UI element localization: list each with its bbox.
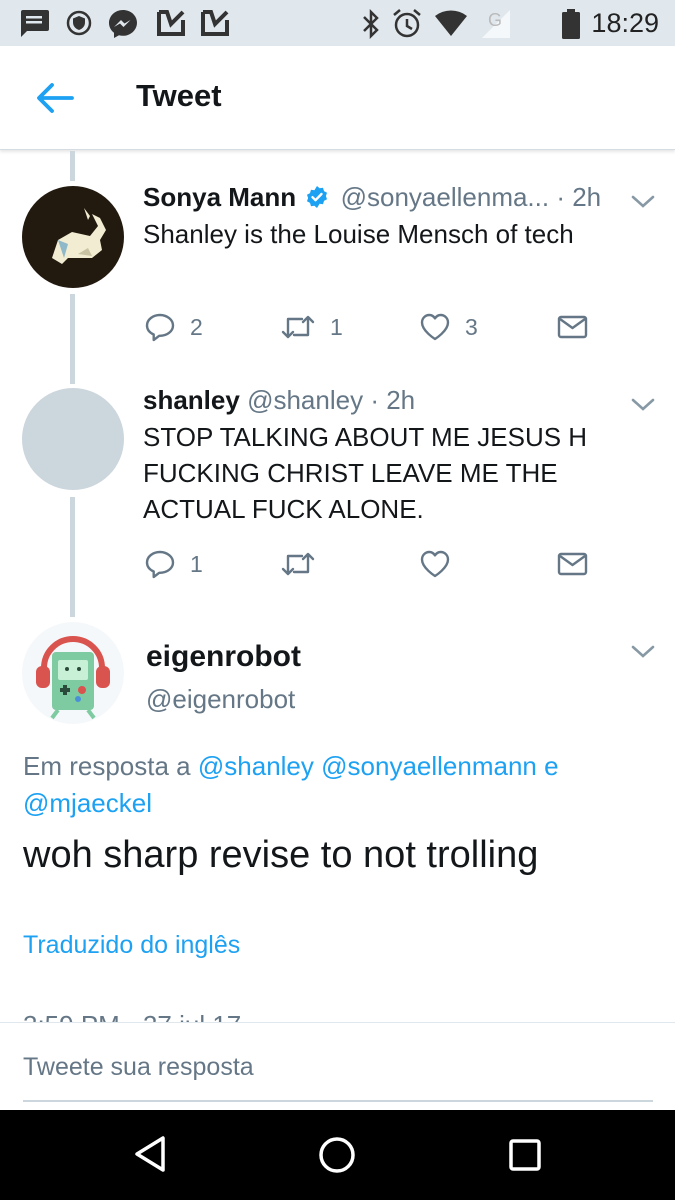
alarm-icon — [393, 9, 421, 38]
heart-icon — [420, 313, 450, 341]
avatar[interactable] — [22, 388, 124, 490]
status-time: 18:29 — [591, 8, 659, 38]
retweet-icon — [281, 552, 315, 576]
dm-button[interactable] — [557, 550, 588, 578]
reply-button[interactable]: 1 — [144, 549, 203, 579]
arrow-left-icon[interactable] — [32, 80, 76, 116]
messenger-icon — [109, 10, 137, 38]
tweet-text: woh sharp revise to not trolling — [23, 834, 539, 876]
like-button[interactable] — [419, 549, 465, 579]
app-bar: Tweet — [0, 46, 675, 150]
author-handle[interactable]: @eigenrobot — [146, 684, 295, 715]
verified-icon — [307, 186, 328, 208]
back-triangle-icon[interactable] — [132, 1134, 168, 1174]
author-name[interactable]: Sonya Mann — [143, 182, 296, 212]
chevron-down-icon[interactable] — [630, 644, 656, 660]
chevron-down-icon[interactable] — [630, 397, 656, 413]
author-name[interactable]: shanley — [143, 385, 240, 415]
thread-line — [70, 294, 75, 384]
retweet-count: 1 — [330, 313, 343, 340]
thread-line — [70, 497, 75, 617]
mention-link[interactable]: @mjaeckel — [23, 788, 152, 818]
recents-square-icon[interactable] — [508, 1138, 542, 1172]
author-name[interactable]: eigenrobot — [146, 640, 301, 674]
translation-link[interactable]: Traduzido do inglês — [23, 931, 240, 960]
reply-icon — [145, 313, 175, 342]
retweet-icon — [281, 315, 315, 339]
wifi-icon — [435, 10, 467, 36]
author-handle[interactable]: @shanley — [247, 385, 363, 415]
thread-line — [70, 151, 75, 181]
shield-icon — [66, 10, 92, 36]
avatar[interactable] — [22, 622, 124, 724]
mention-link[interactable]: @sonyaellenmann — [321, 751, 537, 781]
heart-icon — [420, 550, 450, 578]
svg-text:G: G — [488, 10, 502, 30]
tweet-text: STOP TALKING ABOUT ME JESUS H FUCKING CH… — [143, 422, 588, 524]
envelope-icon — [557, 315, 588, 339]
battery-icon — [562, 9, 580, 39]
robot-icon — [36, 636, 110, 720]
like-count: 3 — [465, 313, 478, 340]
dm-button[interactable] — [557, 313, 588, 341]
status-bar: G 18:29 — [0, 0, 675, 46]
reply-button[interactable]: 2 — [144, 312, 203, 342]
like-button[interactable]: 3 — [419, 312, 478, 342]
reply-icon — [145, 550, 175, 579]
tweet-time: · 2h — [370, 385, 416, 415]
inbox-check-icon — [201, 10, 229, 36]
input-underline — [23, 1100, 653, 1102]
retweet-button[interactable]: 1 — [280, 312, 343, 342]
avatar[interactable] — [22, 186, 124, 288]
reply-composer: Tweete sua resposta — [0, 1022, 675, 1110]
navigation-bar — [0, 1110, 675, 1200]
reply-input[interactable]: Tweete sua resposta — [23, 1053, 254, 1082]
rabbit-icon — [52, 208, 106, 264]
author-handle[interactable]: @sonyaellenma... — [341, 182, 550, 212]
reply-count: 1 — [190, 550, 203, 577]
tweet-header: shanley @shanley · 2h — [143, 385, 415, 416]
bluetooth-icon — [363, 8, 379, 40]
reply-context: Em resposta a @shanley @sonyaellenmann e… — [23, 748, 643, 822]
chevron-down-icon[interactable] — [630, 194, 656, 210]
home-circle-icon[interactable] — [318, 1136, 356, 1174]
tweet-timestamp: 3:59 PM - 27 jul 17 — [23, 1010, 323, 1022]
timestamp-container: 3:59 PM - 27 jul 17 — [23, 1006, 323, 1022]
mention-link[interactable]: @shanley — [198, 751, 314, 781]
tweet-time: · 2h — [556, 182, 602, 212]
envelope-icon — [557, 552, 588, 576]
message-icon — [21, 10, 49, 37]
tweet-header: Sonya Mann @sonyaellenma... · 2h — [143, 182, 601, 213]
retweet-button[interactable] — [280, 549, 330, 579]
signal-icon: G — [482, 10, 510, 38]
reply-prefix: Em resposta a — [23, 751, 191, 781]
reply-count: 2 — [190, 313, 203, 340]
inbox-check-icon — [157, 10, 185, 36]
reply-joiner: e — [544, 751, 559, 781]
tweet-text: Shanley is the Louise Mensch of tech — [143, 219, 574, 249]
page-title: Tweet — [136, 78, 222, 113]
